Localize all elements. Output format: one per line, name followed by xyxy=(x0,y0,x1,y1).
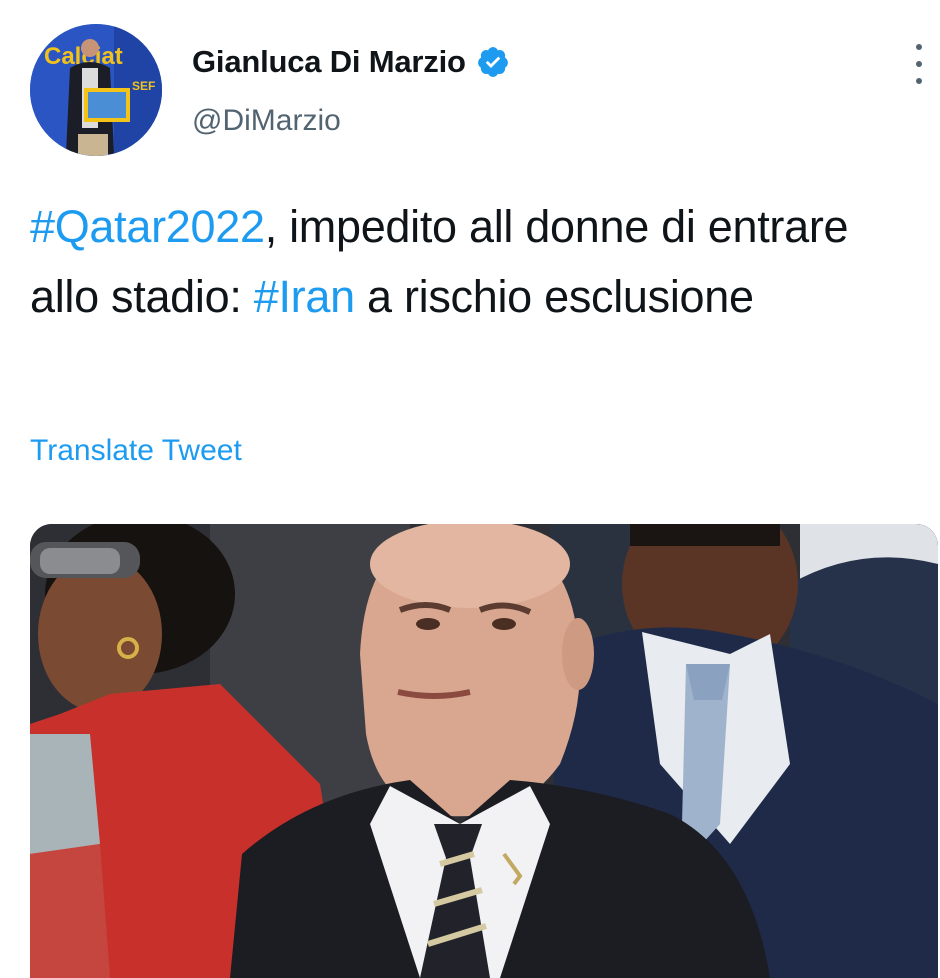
avatar-subtext: SEF xyxy=(132,79,155,93)
tweet-text: #Qatar2022, impedito all donne di entrar… xyxy=(30,192,910,332)
avatar[interactable]: Calciat SEF xyxy=(30,24,162,156)
verified-badge-icon xyxy=(476,45,510,79)
author-handle[interactable]: @DiMarzio xyxy=(192,104,341,138)
media-photo xyxy=(30,524,938,978)
more-dot xyxy=(916,61,922,67)
author-name-row: Gianluca Di Marzio xyxy=(192,42,510,82)
tweet-text-segment: a rischio esclusione xyxy=(354,271,754,322)
tweet-media-image[interactable] xyxy=(30,524,938,978)
tweet: Calciat SEF Gianluca Di Marzio @DiMarzio… xyxy=(0,0,940,978)
translate-tweet-link[interactable]: Translate Tweet xyxy=(30,434,242,468)
more-vertical-icon[interactable] xyxy=(906,44,932,84)
hashtag-link[interactable]: #Qatar2022 xyxy=(30,201,265,252)
more-dot xyxy=(916,78,922,84)
author-display-name[interactable]: Gianluca Di Marzio xyxy=(192,44,466,80)
hashtag-link[interactable]: #Iran xyxy=(254,271,355,322)
more-dot xyxy=(916,44,922,50)
